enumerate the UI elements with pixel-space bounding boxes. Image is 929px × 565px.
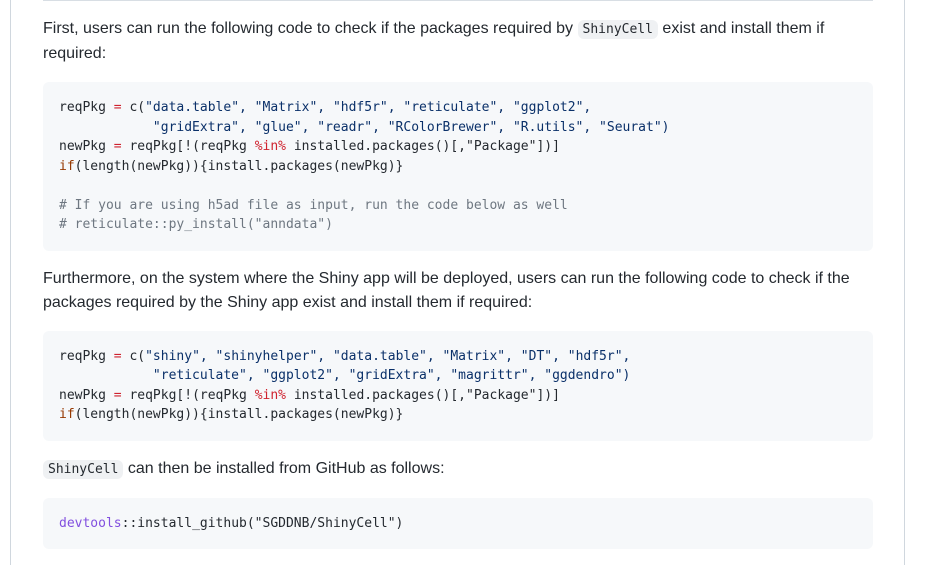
code-line: if(length(newPkg)){install.packages(newP… [59,407,404,422]
section-divider [43,0,873,1]
code-line: "reticulate", "ggplot2", "gridExtra", "m… [59,368,631,383]
code-line: if(length(newPkg)){install.packages(newP… [59,158,404,174]
inline-code-shinycell: ShinyCell [577,20,658,39]
code-line: newPkg = reqPkg[!(reqPkg %in% installed.… [59,139,560,154]
code-line-empty [59,176,857,196]
code-comment: # If you are using h5ad file as input, r… [59,197,568,213]
code-block-shiny-packages[interactable]: reqPkg = c("shiny", "shinyhelper", "data… [43,330,873,441]
code-line: "gridExtra", "glue", "readr", "RColorBre… [59,119,670,135]
intro-paragraph: First, users can run the following code … [43,20,825,62]
code-comment: # reticulate::py_install("anndata") [59,217,333,232]
code-line: newPkg = reqPkg[!(reqPkg %in% installed.… [59,387,560,403]
code-block-install-github[interactable]: devtools::install_github("SGDDNB/ShinyCe… [43,497,873,549]
github-paragraph: ShinyCell can then be installed from Git… [43,457,873,482]
code-block-install-packages[interactable]: reqPkg = c("data.table", "Matrix", "hdf5… [43,82,873,251]
readme-content: First, users can run the following code … [43,17,873,549]
code-line: devtools::install_github("SGDDNB/ShinyCe… [59,515,404,531]
deploy-paragraph: Furthermore, on the system where the Shi… [43,269,850,311]
code-line: reqPkg = c("data.table", "Matrix", "hdf5… [59,100,592,115]
code-line: reqPkg = c("shiny", "shinyhelper", "data… [59,348,631,364]
inline-code-shinycell: ShinyCell [43,459,124,479]
